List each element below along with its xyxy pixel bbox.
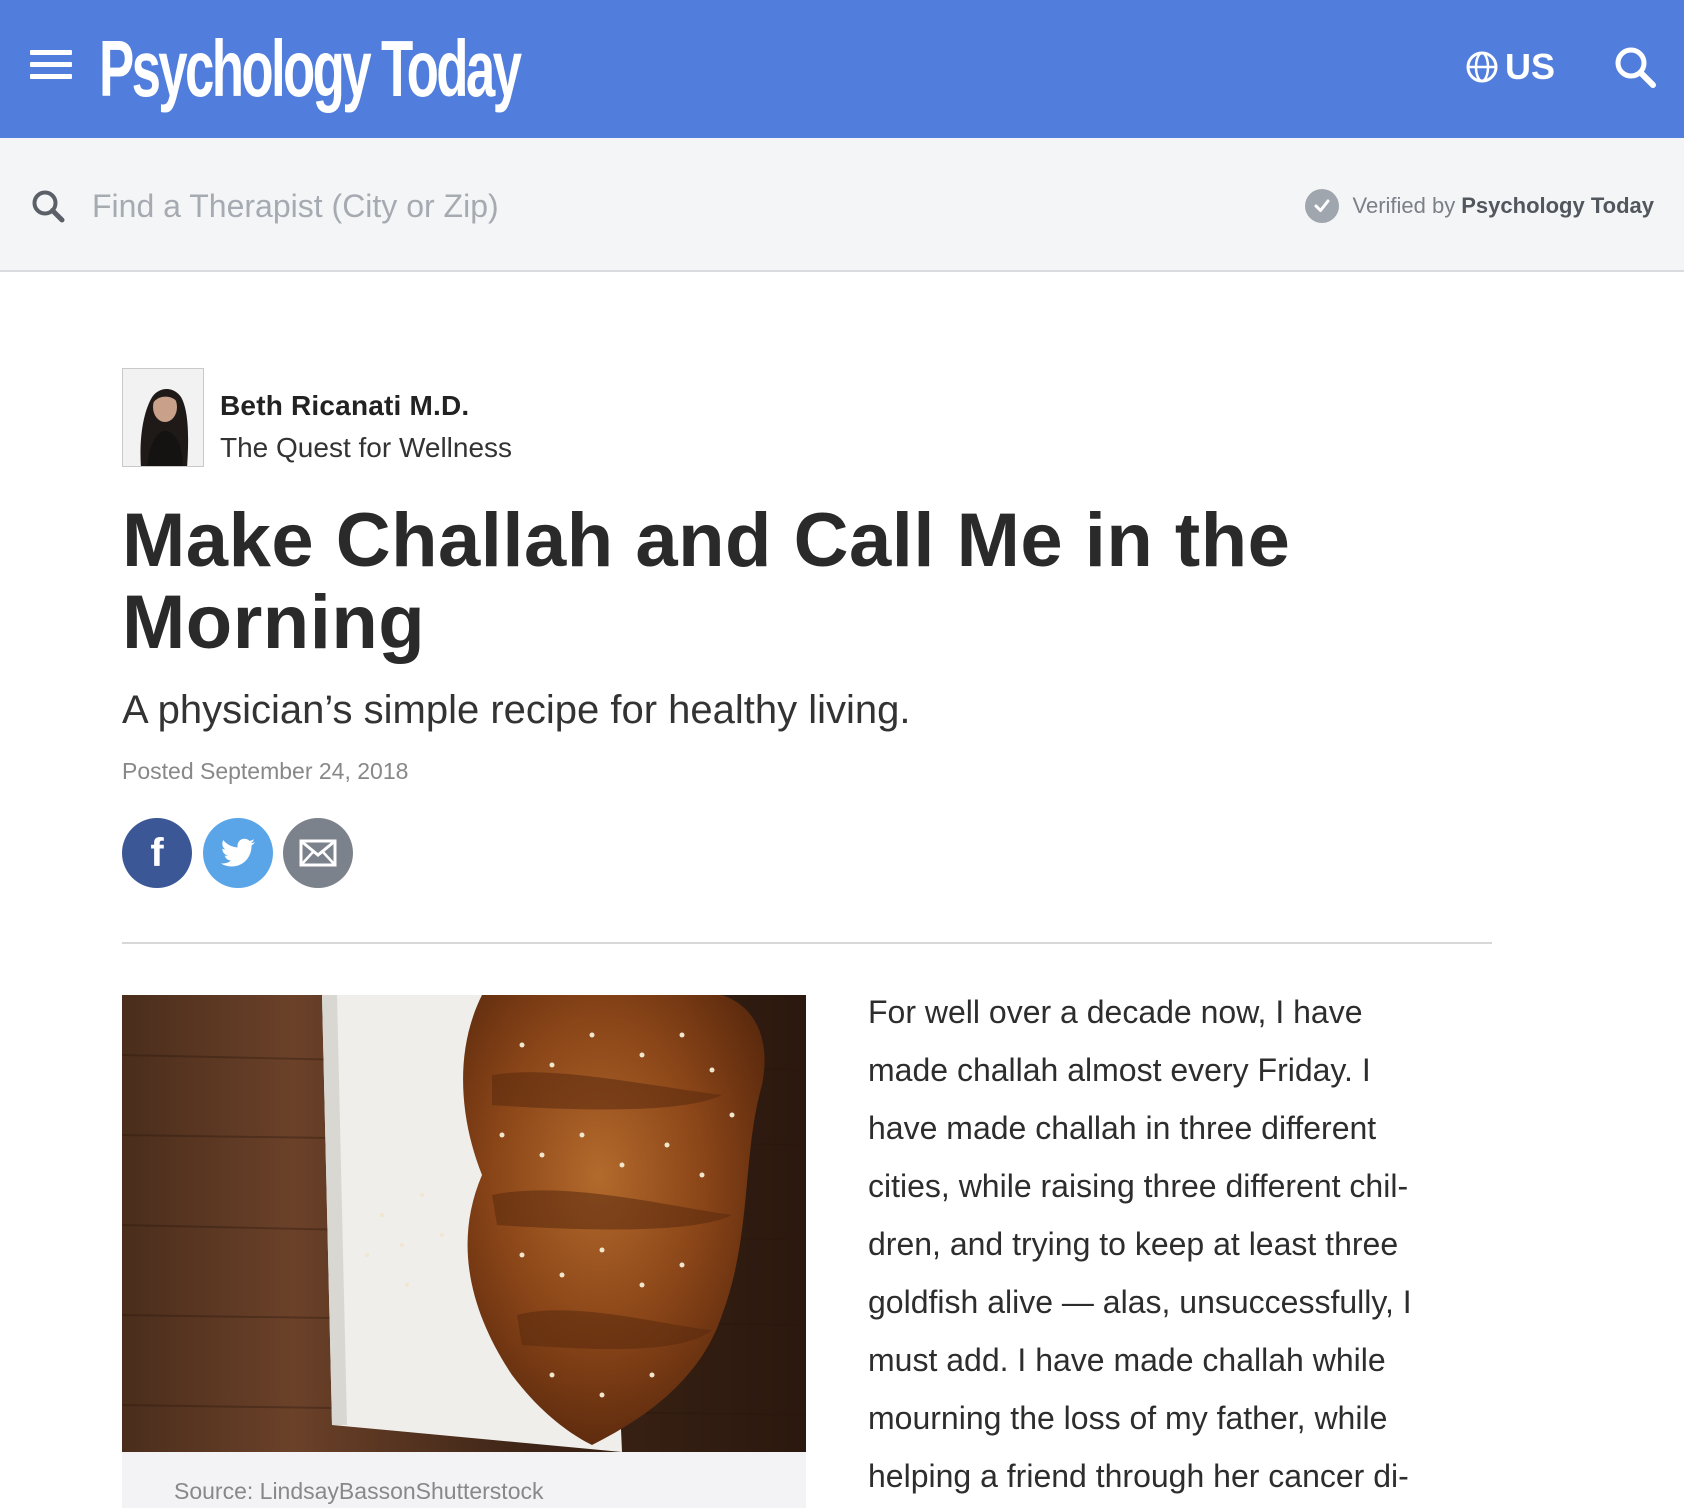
twitter-share-button[interactable] <box>203 818 273 888</box>
verified-badge: Verified by Psychology Today <box>1304 186 1654 226</box>
body-line: goldfish alive — alas, unsuccessfully, I <box>868 1284 1412 1320</box>
image-caption: Source: LindsayBassonShutterstock <box>174 1478 544 1504</box>
twitter-icon <box>220 838 255 867</box>
body-line: For well over a decade now, I have <box>868 994 1363 1030</box>
body-line: mourning the loss of my father, while <box>868 1400 1388 1436</box>
article-body: For well over a decade now, I have made … <box>868 983 1488 1505</box>
check-icon <box>1304 189 1339 223</box>
body-line: have made challah in three different <box>868 1110 1377 1146</box>
email-icon <box>299 839 337 867</box>
author-avatar[interactable] <box>122 368 204 467</box>
verified-brand: Psychology Today <box>1461 193 1654 218</box>
menu-icon[interactable] <box>30 50 72 82</box>
site-logo[interactable]: Psychology Today <box>99 24 522 114</box>
therapist-search-bar: Verified by Psychology Today <box>0 138 1684 272</box>
author-blog[interactable]: The Quest for Wellness <box>220 432 512 464</box>
verified-prefix: Verified by <box>1352 193 1456 218</box>
section-divider <box>122 942 1492 944</box>
article-subtitle: A physician’s simple recipe for healthy … <box>122 688 911 732</box>
body-line: dren, and trying to keep at least three <box>868 1226 1399 1262</box>
region-selector[interactable]: US <box>1465 44 1555 90</box>
article-title: Make Challah and Call Me in the Morning <box>122 498 1291 665</box>
posted-date: Posted September 24, 2018 <box>122 758 409 784</box>
search-icon[interactable] <box>1612 44 1658 90</box>
body-line: cities, while raising three different ch… <box>868 1168 1409 1204</box>
globe-icon <box>1466 51 1498 83</box>
body-line: must add. I have made challah while <box>868 1342 1386 1378</box>
facebook-share-button[interactable]: f <box>122 818 192 888</box>
author-name[interactable]: Beth Ricanati M.D. <box>220 390 469 422</box>
body-line: made challah almost every Friday. I <box>868 1052 1371 1088</box>
image-caption-box: Source: LindsayBassonShutterstock <box>122 1452 806 1508</box>
email-share-button[interactable] <box>283 818 353 888</box>
challah-photo <box>122 995 806 1452</box>
site-header: Psychology Today US <box>0 0 1684 138</box>
facebook-icon: f <box>150 830 164 875</box>
search-icon <box>32 190 65 223</box>
region-label: US <box>1505 46 1556 87</box>
therapist-search-input[interactable] <box>92 180 792 232</box>
body-line: helping a friend through her cancer di- <box>868 1458 1409 1494</box>
